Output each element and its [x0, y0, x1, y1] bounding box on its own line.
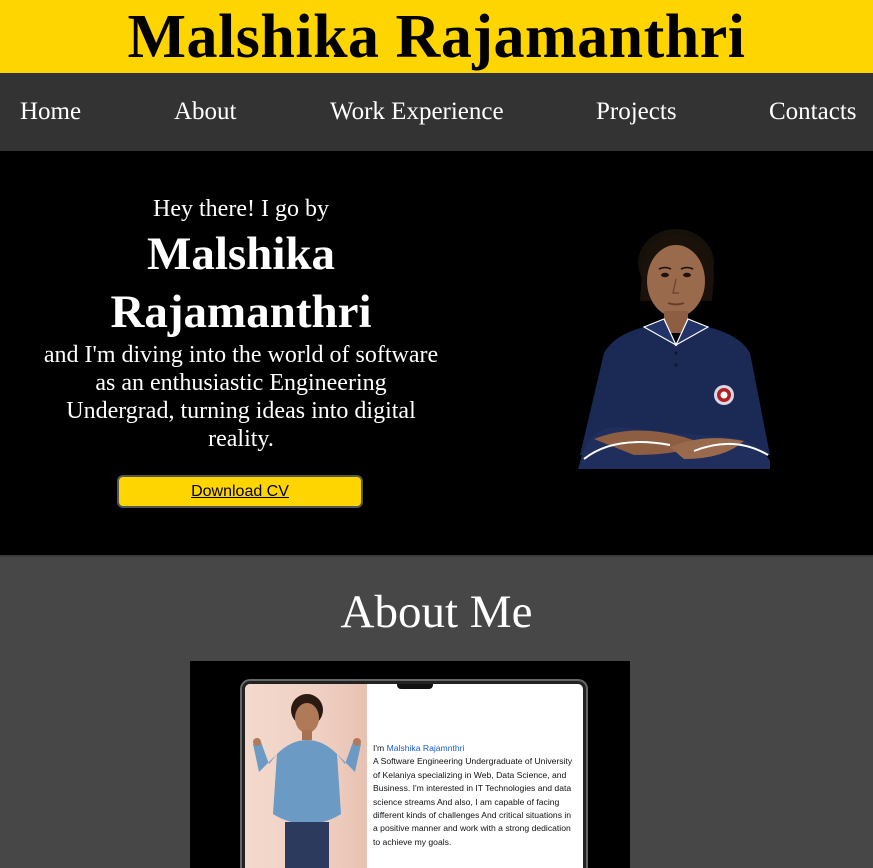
about-bio: I'm Malshika Rajamnthri A Software Engin…: [373, 742, 578, 849]
nav-about[interactable]: About: [174, 73, 237, 151]
nav-home[interactable]: Home: [20, 73, 81, 151]
hero-section: Hey there! I go by Malshika Rajamanthri …: [0, 151, 873, 555]
about-heading: About Me: [340, 586, 533, 638]
laptop-mockup: I'm Malshika Rajamnthri A Software Engin…: [190, 661, 630, 868]
hero-name-line1: Malshika: [146, 228, 336, 280]
laptop-screen: I'm Malshika Rajamnthri A Software Engin…: [242, 681, 586, 868]
main-nav: Home About Work Experience Projects Cont…: [0, 73, 873, 151]
bio-prefix: I'm: [373, 743, 387, 753]
hero-greeting: Hey there! I go by: [153, 196, 329, 222]
nav-contacts[interactable]: Contacts: [769, 73, 857, 151]
nav-work-experience[interactable]: Work Experience: [330, 73, 504, 151]
hero-name-line2: Rajamanthri: [110, 286, 372, 338]
bio-name: Malshika Rajamnthri: [386, 743, 465, 753]
hero-name: Malshika Rajamanthri: [40, 225, 442, 341]
about-photo-figure: [253, 694, 361, 868]
bio-text: A Software Engineering Undergraduate of …: [373, 756, 573, 847]
hero-tagline: and I'm diving into the world of softwar…: [43, 342, 439, 452]
about-section: About Me I'm Malshika Rajamnthri A Softw…: [0, 555, 873, 868]
profile-portrait: [578, 229, 770, 469]
site-title: Malshika Rajamanthri: [127, 2, 746, 71]
nav-projects[interactable]: Projects: [596, 73, 677, 151]
download-cv-button[interactable]: Download CV: [117, 475, 363, 508]
about-photo: [245, 684, 367, 868]
hero-intro: Hey there! I go by Malshika Rajamanthri …: [40, 195, 442, 453]
laptop-notch: [397, 684, 433, 689]
title-bar: Malshika Rajamanthri: [0, 0, 873, 73]
